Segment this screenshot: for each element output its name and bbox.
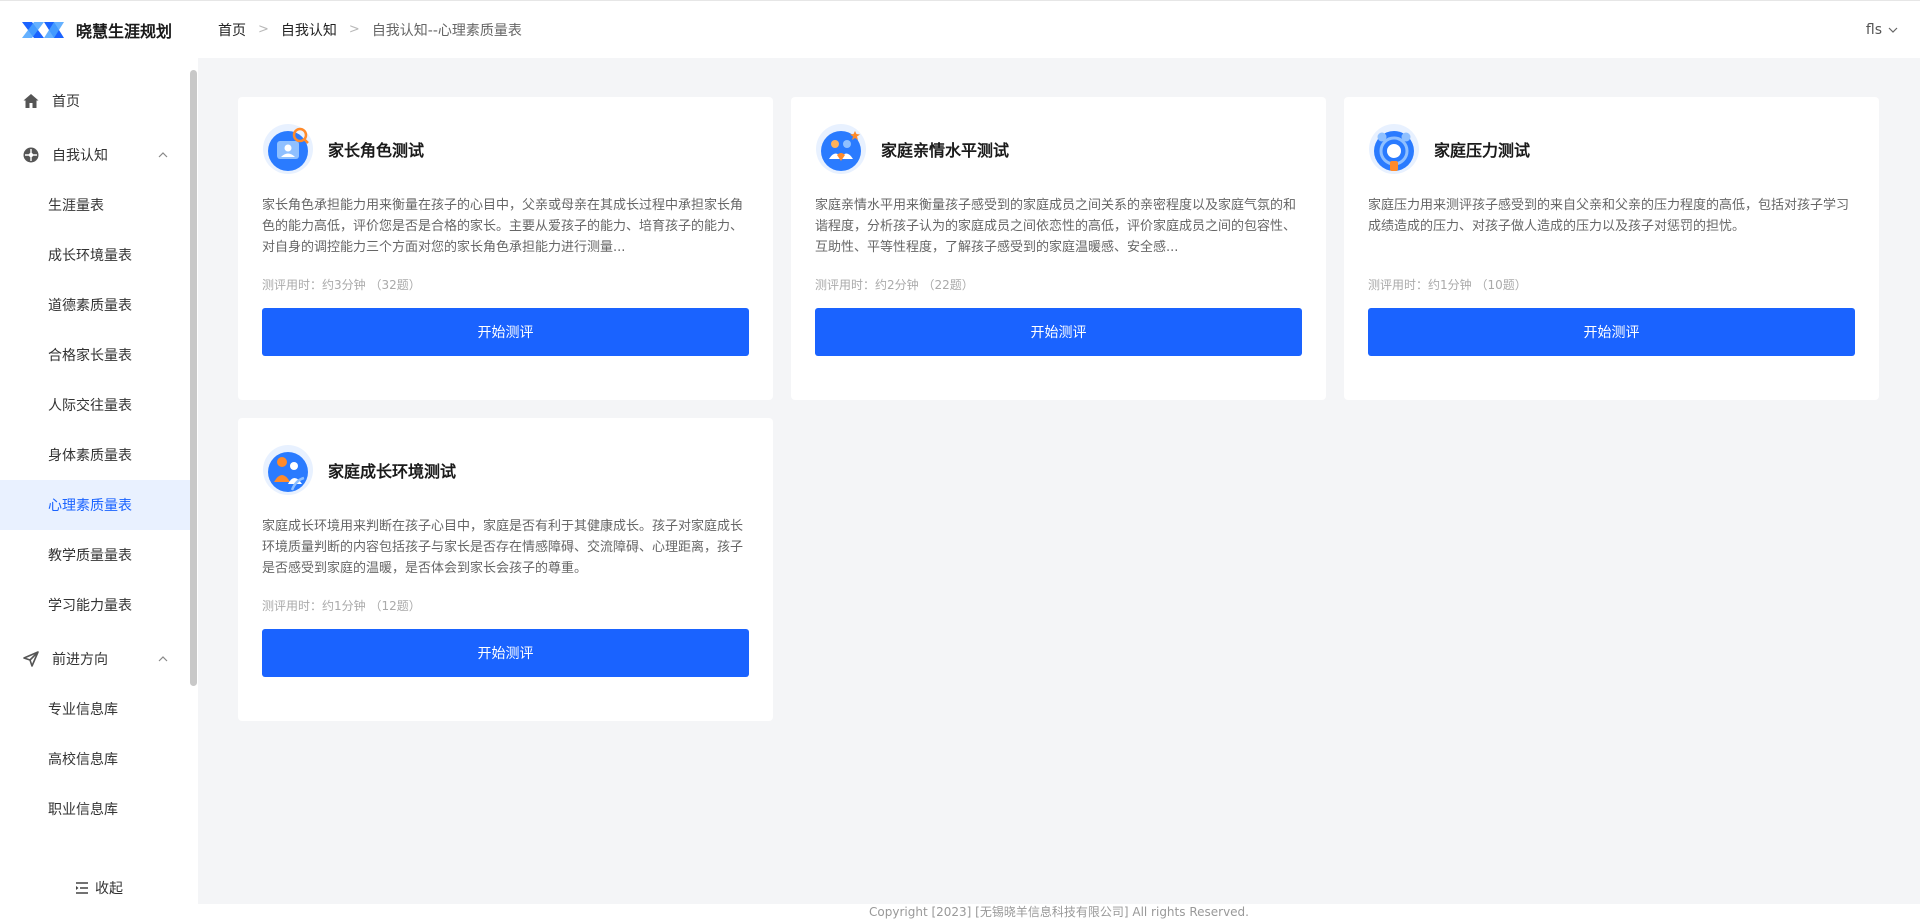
sidebar-item-learning-ability[interactable]: 学习能力量表 — [0, 580, 190, 630]
sidebar-item-home[interactable]: 首页 — [0, 76, 190, 126]
breadcrumb-separator-icon: > — [258, 22, 269, 37]
breadcrumb-self-awareness[interactable]: 自我认知 — [281, 20, 337, 40]
sidebar-item-career[interactable]: 生涯量表 — [0, 180, 190, 230]
collapse-label: 收起 — [95, 881, 123, 897]
footer-copyright: Copyright [2023] [无锡晓羊信息科技有限公司] All righ… — [198, 904, 1920, 924]
user-menu[interactable]: fls — [1866, 1, 1898, 59]
collapse-button[interactable]: 收起 — [0, 866, 198, 910]
assessment-card: 家长角色测试 家长角色承担能力用来衡量在孩子的心目中，父亲或母亲在其成长过程中承… — [238, 97, 773, 400]
sidebar-item-morality[interactable]: 道德素质量表 — [0, 280, 190, 330]
chevron-up-icon — [158, 152, 168, 158]
sidebar-item-label: 首页 — [52, 94, 80, 110]
card-title: 家庭亲情水平测试 — [881, 141, 1010, 160]
chevron-up-icon — [158, 656, 168, 662]
sidebar-group-label: 前进方向 — [52, 652, 108, 668]
user-name: fls — [1865, 22, 1882, 38]
sidebar-item-qualified-parent[interactable]: 合格家长量表 — [0, 330, 190, 380]
breadcrumb: 首页 > 自我认知 > 自我认知--心理素质量表 — [218, 20, 522, 40]
assessment-card: 家庭压力测试 家庭压力用来测评孩子感受到的来自父亲和父亲的压力程度的高低，包括对… — [1344, 97, 1879, 400]
card-description: 家庭亲情水平用来衡量孩子感受到的家庭成员之间关系的亲密程度以及家庭气氛的和谐程度… — [815, 198, 1297, 255]
brand[interactable]: 晓慧生涯规划 — [0, 1, 198, 58]
start-assessment-button[interactable]: 开始测评 — [815, 308, 1302, 356]
card-meta: 测评用时：约3分钟 （32题） — [262, 278, 421, 292]
breadcrumb-home[interactable]: 首页 — [218, 20, 246, 40]
card-title: 家庭压力测试 — [1434, 141, 1531, 160]
family-affection-icon — [816, 124, 866, 174]
start-assessment-button[interactable]: 开始测评 — [262, 308, 749, 356]
home-icon — [23, 94, 39, 108]
menu-fold-icon — [76, 882, 88, 894]
sidebar-item-interpersonal[interactable]: 人际交往量表 — [0, 380, 190, 430]
sidebar-item-teaching-quality[interactable]: 教学质量量表 — [0, 530, 190, 580]
assessment-card: 家庭成长环境测试 家庭成长环境用来判断在孩子心目中，家庭是否有利于其健康成长。孩… — [238, 418, 773, 721]
send-icon — [23, 651, 39, 667]
start-assessment-button[interactable]: 开始测评 — [1368, 308, 1855, 356]
card-title: 家长角色测试 — [328, 141, 425, 160]
card-description: 家庭压力用来测评孩子感受到的来自父亲和父亲的压力程度的高低，包括对孩子学习成绩造… — [1368, 198, 1850, 234]
sidebar-item-major-db[interactable]: 专业信息库 — [0, 684, 190, 734]
sidebar-group-label: 自我认知 — [52, 148, 108, 164]
sidebar: 首页 自我认知 生涯量表 成长环境量表 道德素质量表 合格家长量表 人际交往量表… — [0, 58, 198, 924]
start-assessment-button[interactable]: 开始测评 — [262, 629, 749, 677]
card-meta: 测评用时：约1分钟 （12题） — [262, 599, 421, 613]
chevron-down-icon — [1888, 27, 1898, 33]
sidebar-scrollbar[interactable] — [190, 70, 197, 686]
sidebar-item-college-db[interactable]: 高校信息库 — [0, 734, 190, 784]
compass-icon — [23, 147, 39, 163]
family-pressure-icon — [1369, 124, 1419, 174]
sidebar-group-direction[interactable]: 前进方向 — [0, 634, 190, 684]
app-name: 晓慧生涯规划 — [76, 21, 173, 41]
card-description: 家庭成长环境用来判断在孩子心目中，家庭是否有利于其健康成长。孩子对家庭成长环境质… — [262, 519, 744, 576]
breadcrumb-separator-icon: > — [348, 22, 360, 37]
sidebar-menu: 首页 自我认知 生涯量表 成长环境量表 道德素质量表 合格家长量表 人际交往量表… — [0, 58, 190, 834]
top-bar: 晓慧生涯规划 首页 > 自我认知 > 自我认知--心理素质量表 fls — [0, 0, 1920, 58]
card-title: 家庭成长环境测试 — [328, 462, 457, 481]
card-meta: 测评用时：约1分钟 （10题） — [1368, 278, 1527, 292]
assessment-card: 家庭亲情水平测试 家庭亲情水平用来衡量孩子感受到的家庭成员之间关系的亲密程度以及… — [791, 97, 1326, 400]
sidebar-item-physical[interactable]: 身体素质量表 — [0, 430, 190, 480]
sidebar-item-psychological[interactable]: 心理素质量表 — [0, 480, 190, 530]
sidebar-item-growth-env[interactable]: 成长环境量表 — [0, 230, 190, 280]
parent-role-icon — [263, 124, 313, 174]
card-description: 家长角色承担能力用来衡量在孩子的心目中，父亲或母亲在其成长过程中承担家长角色的能… — [262, 198, 744, 255]
breadcrumb-current: 自我认知--心理素质量表 — [371, 22, 522, 39]
sidebar-item-career-db[interactable]: 职业信息库 — [0, 784, 190, 834]
sidebar-group-self-awareness[interactable]: 自我认知 — [0, 130, 190, 180]
logo-icon — [22, 21, 64, 38]
family-growth-icon — [263, 445, 313, 495]
card-meta: 测评用时：约2分钟 （22题） — [815, 278, 974, 292]
